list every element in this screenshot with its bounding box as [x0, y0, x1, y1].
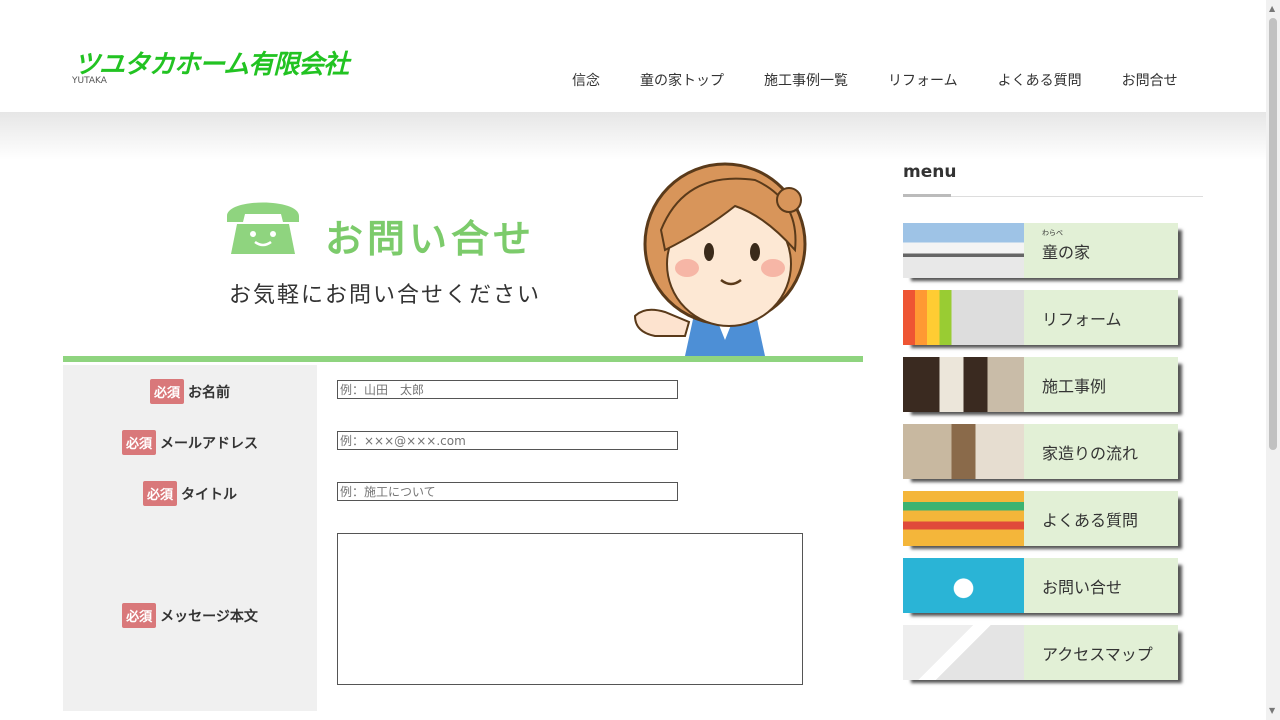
- construction-photo-thumb: [903, 424, 1024, 479]
- nav-contact[interactable]: お問合せ: [1102, 70, 1198, 90]
- sidebar-item-label: アクセスマップ: [1042, 644, 1153, 664]
- sidebar-item-label: よくある質問: [1042, 510, 1139, 530]
- nav-warabe-top[interactable]: 童の家トップ: [620, 70, 744, 90]
- sidebar-item-reform[interactable]: リフォーム: [903, 290, 1178, 345]
- email-label: 必須 メールアドレス: [63, 430, 317, 455]
- name-label-text: お名前: [188, 385, 230, 401]
- message-label: 必須 メッセージ本文: [63, 603, 317, 628]
- nav-works-list[interactable]: 施工事例一覧: [744, 70, 868, 90]
- hero-divider: [63, 356, 863, 362]
- phone-icon: [227, 202, 299, 254]
- message-textarea[interactable]: [337, 533, 803, 685]
- sidebar-item-warabe[interactable]: わらべ 童の家: [903, 223, 1178, 278]
- title-field[interactable]: [337, 482, 678, 501]
- header-shadow-band: [0, 112, 1266, 160]
- required-badge: 必須: [149, 379, 184, 404]
- sidebar-item-label: わらべ 童の家: [1042, 228, 1091, 262]
- required-badge: 必須: [122, 603, 157, 628]
- nav-reform[interactable]: リフォーム: [868, 70, 978, 90]
- reform-photo-thumb: [903, 290, 1024, 345]
- mail-illustration-thumb: [903, 558, 1024, 613]
- contact-form: 必須お名前 必須メールアドレス 必須タイトル 必須メッセージ本文: [63, 365, 863, 711]
- sidebar-divider-accent: [903, 194, 951, 197]
- sidebar-item-works[interactable]: 施工事例: [903, 357, 1178, 412]
- name-label: 必須 お名前: [63, 379, 317, 404]
- contact-hero: お問い合せ お気軽にお問い合せください: [63, 160, 863, 356]
- hero-subtitle: お気軽にお問い合せください: [229, 283, 542, 308]
- nav-faq[interactable]: よくある質問: [978, 70, 1102, 90]
- faq-illustration-thumb: [903, 491, 1024, 546]
- sidebar-item-label: リフォーム: [1042, 309, 1122, 329]
- title-label-text: タイトル: [181, 487, 237, 503]
- house-photo-thumb: [903, 223, 1024, 278]
- main-nav: 信念 童の家トップ 施工事例一覧 リフォーム よくある質問 お問合せ: [552, 70, 1198, 90]
- message-label-text: メッセージ本文: [160, 609, 258, 625]
- sidebar-item-label: 家造りの流れ: [1042, 443, 1139, 463]
- scroll-up-icon[interactable]: ▲: [1269, 4, 1275, 13]
- scrollbar-thumb[interactable]: [1269, 18, 1277, 450]
- ruby-text: わらべ: [1042, 228, 1063, 237]
- page-scrollbar[interactable]: ▲ ▼: [1266, 0, 1280, 720]
- scroll-down-icon[interactable]: ▼: [1269, 706, 1275, 715]
- sidebar-item-flow[interactable]: 家造りの流れ: [903, 424, 1178, 479]
- sidebar-item-contact[interactable]: お問い合せ: [903, 558, 1178, 613]
- required-badge: 必須: [121, 430, 156, 455]
- title-label: 必須 タイトル: [63, 481, 317, 506]
- site-header: ツユタカホーム有限会社 YUTAKA 信念 童の家トップ 施工事例一覧 リフォー…: [0, 0, 1266, 112]
- map-thumb: [903, 625, 1024, 680]
- sidebar-title: menu: [903, 162, 957, 182]
- logo-subtitle: YUTAKA: [72, 76, 107, 86]
- hero-title: お問い合せ: [325, 217, 536, 261]
- receptionist-illustration: [633, 162, 807, 356]
- nav-belief[interactable]: 信念: [552, 70, 620, 90]
- required-badge: 必須: [142, 481, 177, 506]
- page: ツユタカホーム有限会社 YUTAKA 信念 童の家トップ 施工事例一覧 リフォー…: [0, 0, 1280, 720]
- interior-photo-thumb: [903, 357, 1024, 412]
- sidebar-item-label: 施工事例: [1042, 376, 1107, 396]
- name-field[interactable]: [337, 380, 678, 399]
- form-label-column: [63, 365, 317, 711]
- site-logo[interactable]: ツユタカホーム有限会社: [74, 44, 349, 81]
- email-label-text: メールアドレス: [160, 436, 258, 452]
- sidebar-item-faq[interactable]: よくある質問: [903, 491, 1178, 546]
- sidebar-item-access-map[interactable]: アクセスマップ: [903, 625, 1178, 680]
- sidebar-item-label: お問い合せ: [1042, 577, 1123, 597]
- email-field[interactable]: [337, 431, 678, 450]
